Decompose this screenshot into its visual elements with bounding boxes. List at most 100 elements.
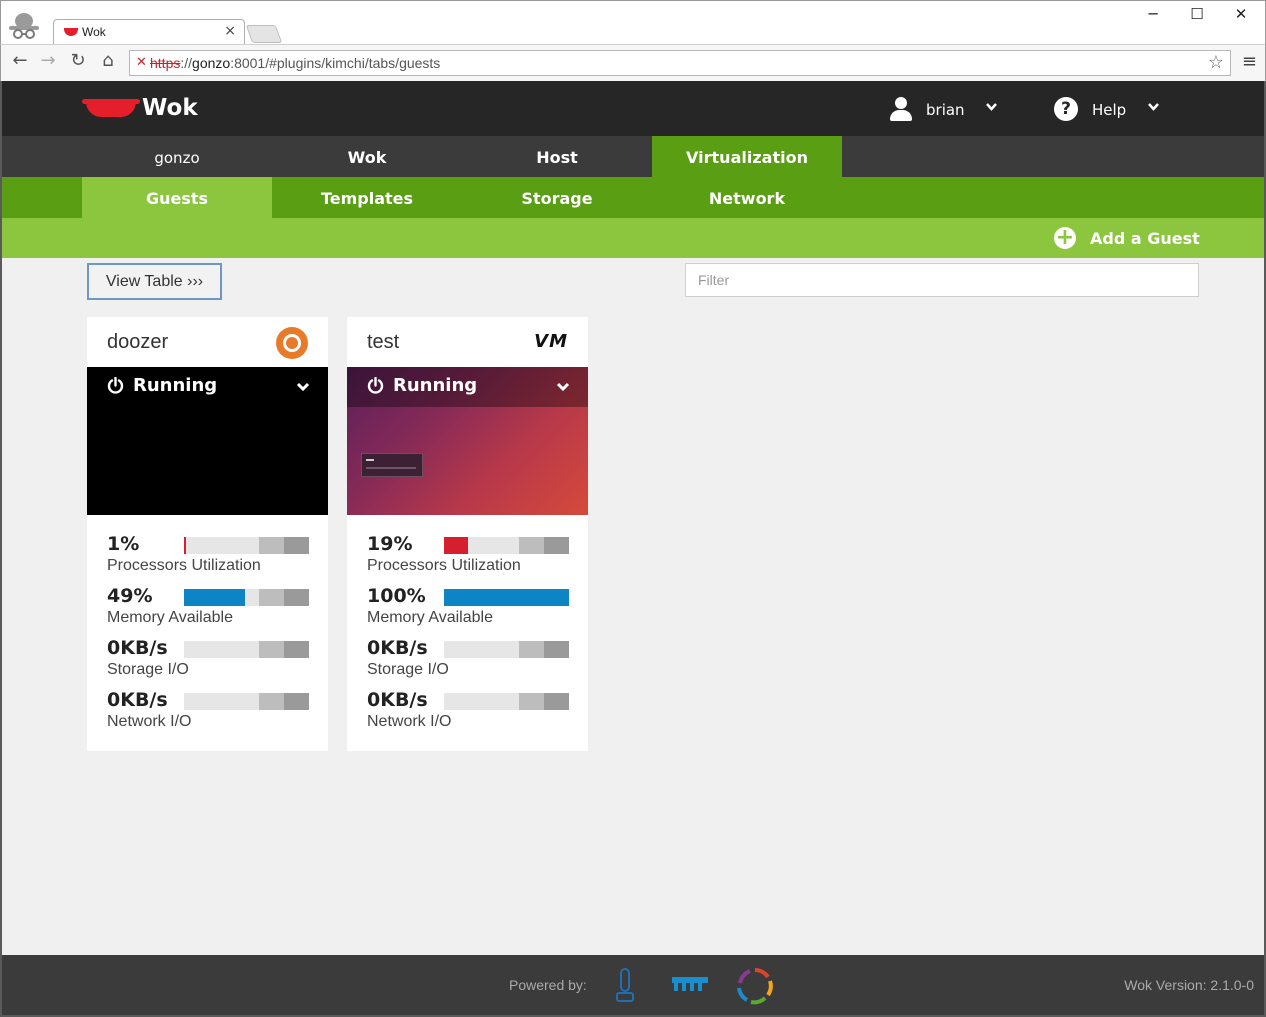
user-menu-label[interactable]: brian	[926, 101, 965, 119]
browser-toolbar: ← → ↻ ⌂ ✕ https://gonzo:8001/#plugins/ki…	[0, 44, 1266, 81]
stat-storage: 0KB/s Storage I/O	[367, 637, 569, 689]
network-label: Network I/O	[367, 713, 452, 730]
plus-circle-icon: +	[1054, 225, 1076, 250]
ubuntu-icon	[276, 327, 308, 359]
libvirt-logo-icon	[672, 977, 708, 991]
help-menu-chevron-icon[interactable]	[1148, 101, 1159, 112]
cpu-meter-fill	[444, 537, 468, 554]
memory-meter	[444, 589, 569, 606]
cpu-meter-fill	[184, 537, 186, 554]
home-icon[interactable]: ⌂	[95, 50, 121, 71]
top-nav-host[interactable]: Host	[462, 136, 652, 177]
wok-favicon-icon	[64, 28, 78, 36]
powered-by-label: Powered by:	[509, 977, 587, 993]
help-menu-label[interactable]: Help	[1092, 101, 1126, 119]
stat-network: 0KB/s Network I/O	[367, 689, 569, 741]
console-login-window	[361, 453, 423, 477]
memory-meter	[184, 589, 309, 606]
help-icon[interactable]: ?	[1054, 97, 1078, 121]
window-minimize-button[interactable]: ─	[1131, 5, 1175, 23]
user-icon[interactable]	[890, 97, 912, 121]
guest-card-doozer[interactable]: doozer Running 1% Processors Utilization…	[87, 317, 328, 751]
network-value: 0KB/s	[107, 689, 168, 711]
cpu-meter	[184, 537, 309, 554]
action-bar: + Add a Guest	[2, 218, 1264, 258]
browser-titlebar: Wok × ─ ☐ ✕	[0, 0, 1266, 45]
network-meter	[444, 693, 569, 710]
user-menu-chevron-icon[interactable]	[986, 101, 997, 112]
bookmark-star-icon[interactable]: ☆	[1208, 52, 1224, 73]
vm-icon: VM	[534, 331, 568, 352]
guest-actions-chevron-icon[interactable]	[556, 381, 570, 393]
guest-console-preview[interactable]: Running	[347, 367, 588, 515]
memory-meter-fill	[444, 589, 569, 606]
storage-meter	[444, 641, 569, 658]
top-nav-virtualization[interactable]: Virtualization	[652, 136, 842, 177]
memory-value: 100%	[367, 585, 426, 607]
tab-guests[interactable]: Guests	[82, 177, 272, 218]
filter-input[interactable]	[685, 263, 1199, 297]
stat-network: 0KB/s Network I/O	[107, 689, 309, 741]
add-guest-label: Add a Guest	[1090, 229, 1200, 248]
guest-card-test[interactable]: test VM Running 19% Processors Utilizati…	[347, 317, 588, 751]
tab-templates[interactable]: Templates	[272, 177, 462, 218]
memory-meter-fill	[184, 589, 245, 606]
guest-name: doozer	[107, 331, 169, 353]
reload-icon[interactable]: ↻	[65, 50, 91, 71]
memory-label: Memory Available	[107, 609, 233, 626]
stat-cpu: 19% Processors Utilization	[367, 533, 569, 585]
guest-status: Running	[133, 375, 218, 396]
cpu-label: Processors Utilization	[107, 557, 261, 574]
guest-console-preview[interactable]: Running	[87, 367, 328, 515]
top-nav-wok[interactable]: Wok	[272, 136, 462, 177]
network-meter	[184, 693, 309, 710]
new-tab-button[interactable]	[245, 25, 283, 43]
network-label: Network I/O	[107, 713, 192, 730]
incognito-icon	[9, 13, 39, 39]
top-nav-host-name[interactable]: gonzo	[82, 136, 272, 177]
memory-label: Memory Available	[367, 609, 493, 626]
footer: Powered by: Wok Version: 2.1.0-0	[2, 955, 1264, 1015]
back-icon[interactable]: ←	[7, 50, 33, 71]
insecure-lock-icon: ✕	[136, 55, 147, 70]
browser-tab[interactable]: Wok ×	[53, 19, 245, 45]
storage-label: Storage I/O	[367, 661, 449, 678]
storage-value: 0KB/s	[367, 637, 428, 659]
power-icon	[367, 377, 384, 394]
tab-network[interactable]: Network	[652, 177, 842, 218]
guest-status-bar: Running	[347, 367, 588, 407]
guest-actions-chevron-icon[interactable]	[296, 381, 310, 393]
url-text: https://gonzo:8001/#plugins/kimchi/tabs/…	[150, 55, 441, 71]
stat-memory: 100% Memory Available	[367, 585, 569, 637]
cpu-value: 19%	[367, 533, 413, 555]
cpu-meter	[444, 537, 569, 554]
view-table-button[interactable]: View Table ›››	[87, 263, 222, 300]
wok-version: Wok Version: 2.1.0-0	[1124, 977, 1254, 993]
storage-value: 0KB/s	[107, 637, 168, 659]
address-bar[interactable]: ✕ https://gonzo:8001/#plugins/kimchi/tab…	[129, 50, 1231, 76]
top-nav: gonzo Wok Host Virtualization	[2, 136, 1264, 177]
memory-value: 49%	[107, 585, 153, 607]
network-value: 0KB/s	[367, 689, 428, 711]
cpu-value: 1%	[107, 533, 140, 555]
stat-cpu: 1% Processors Utilization	[107, 533, 309, 585]
cpu-label: Processors Utilization	[367, 557, 521, 574]
guest-status-bar: Running	[87, 367, 328, 407]
tab-close-icon[interactable]: ×	[224, 23, 236, 39]
browser-menu-icon[interactable]: ≡	[1242, 51, 1257, 72]
stat-memory: 49% Memory Available	[107, 585, 309, 637]
guest-status: Running	[393, 375, 478, 396]
wok-logo-icon	[82, 99, 140, 117]
app-header: Wok brian ? Help	[2, 81, 1264, 136]
brand-name: Wok	[142, 95, 198, 121]
tab-storage[interactable]: Storage	[462, 177, 652, 218]
forward-icon[interactable]: →	[35, 50, 61, 71]
kvm-penguin-logo-icon	[616, 968, 634, 1002]
window-maximize-button[interactable]: ☐	[1175, 5, 1219, 23]
sub-nav: Guests Templates Storage Network	[2, 177, 1264, 218]
window-close-button[interactable]: ✕	[1219, 5, 1263, 23]
power-icon	[107, 377, 124, 394]
stat-storage: 0KB/s Storage I/O	[107, 637, 309, 689]
tab-title: Wok	[82, 25, 106, 39]
storage-label: Storage I/O	[107, 661, 189, 678]
